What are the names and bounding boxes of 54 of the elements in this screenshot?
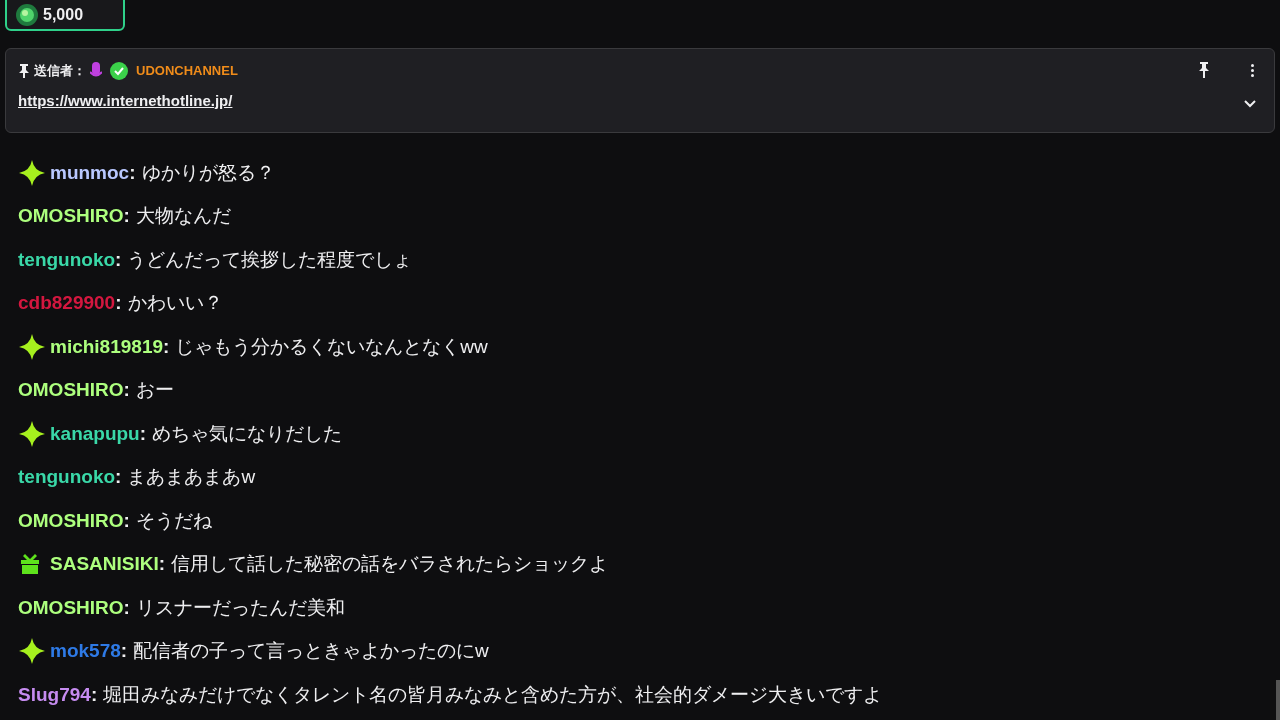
chevron-down-icon bbox=[1243, 99, 1257, 109]
expand-button[interactable] bbox=[1243, 99, 1257, 109]
coin-icon bbox=[15, 2, 39, 27]
chat-username[interactable]: OMOSHIRO bbox=[18, 202, 124, 231]
chat-separator: : bbox=[139, 421, 147, 446]
chat-username[interactable]: mok578 bbox=[50, 637, 121, 666]
chat-username[interactable]: OMOSHIRO bbox=[18, 376, 124, 405]
chat-message: そうだね bbox=[135, 508, 212, 533]
points-badge[interactable]: 5,000 bbox=[5, 0, 125, 31]
chat-separator: : bbox=[115, 465, 122, 489]
chat-message: じゃもう分かるくないなんとなくww bbox=[175, 334, 488, 359]
gift-icon bbox=[18, 552, 42, 577]
chat-username[interactable]: Slug794 bbox=[18, 680, 91, 709]
chat-message: まあまあまあw bbox=[127, 465, 256, 489]
chat-message: めちゃ気になりだした bbox=[152, 421, 343, 446]
points-amount: 5,000 bbox=[43, 4, 84, 25]
chat-message: 大物なんだ bbox=[135, 204, 231, 228]
chat-separator: : bbox=[123, 508, 130, 533]
chat-message: 堀田みなみだけでなくタレント名の皆月みなみと含めた方が、社会的ダメージ大きいですよ bbox=[103, 682, 883, 707]
chat-message: かわいい？ bbox=[127, 291, 223, 315]
chat-username[interactable]: OMOSHIRO bbox=[18, 593, 124, 622]
chat-separator: : bbox=[163, 334, 170, 359]
chat-message: 信用して話した秘密の話をバラされたらショックよ bbox=[171, 552, 609, 576]
pin-icon bbox=[1198, 62, 1210, 78]
unpin-button[interactable] bbox=[1198, 62, 1210, 78]
more-options-button[interactable] bbox=[1251, 64, 1254, 77]
chat-separator: : bbox=[120, 639, 128, 663]
chat-username[interactable]: SASANISIKI bbox=[50, 550, 159, 579]
chat-separator: : bbox=[115, 291, 122, 315]
chat-separator: : bbox=[90, 682, 98, 707]
verified-icon bbox=[110, 61, 128, 80]
chat-separator: : bbox=[123, 378, 130, 402]
chat-username[interactable]: OMOSHIRO bbox=[18, 506, 124, 535]
pinned-sender-name[interactable]: UDONCHANNEL bbox=[136, 61, 238, 81]
chat-separator: : bbox=[123, 204, 130, 228]
chat-message: ゆかりが怒る？ bbox=[141, 160, 275, 185]
chat-separator: : bbox=[123, 595, 130, 620]
chat-username[interactable]: munmoc bbox=[50, 158, 130, 187]
chat-username[interactable]: cdb829900 bbox=[18, 289, 116, 318]
chat-separator: : bbox=[158, 552, 166, 576]
chat-username[interactable]: michi819819 bbox=[50, 332, 164, 361]
chat-message: リスナーだったんだ美和 bbox=[135, 595, 345, 620]
chat-username[interactable]: tengunoko bbox=[18, 245, 116, 274]
chat-message: うどんだって挨拶した程度でしょ bbox=[127, 247, 413, 272]
chat-separator: : bbox=[115, 247, 122, 272]
chat-username[interactable]: tengunoko bbox=[18, 463, 116, 492]
pinned-sender-label: 送信者： bbox=[34, 62, 86, 80]
pin-icon bbox=[18, 63, 30, 78]
chat-message: おー bbox=[135, 378, 174, 402]
scrollbar-thumb bbox=[1276, 680, 1280, 720]
chat-message: 配信者の子って言っときゃよかったのにw bbox=[133, 639, 489, 663]
chat-username[interactable]: kanapupu bbox=[50, 419, 140, 448]
pinned-link[interactable]: https://www.internethotline.jp/ bbox=[18, 89, 233, 112]
chat-separator: : bbox=[129, 160, 136, 185]
